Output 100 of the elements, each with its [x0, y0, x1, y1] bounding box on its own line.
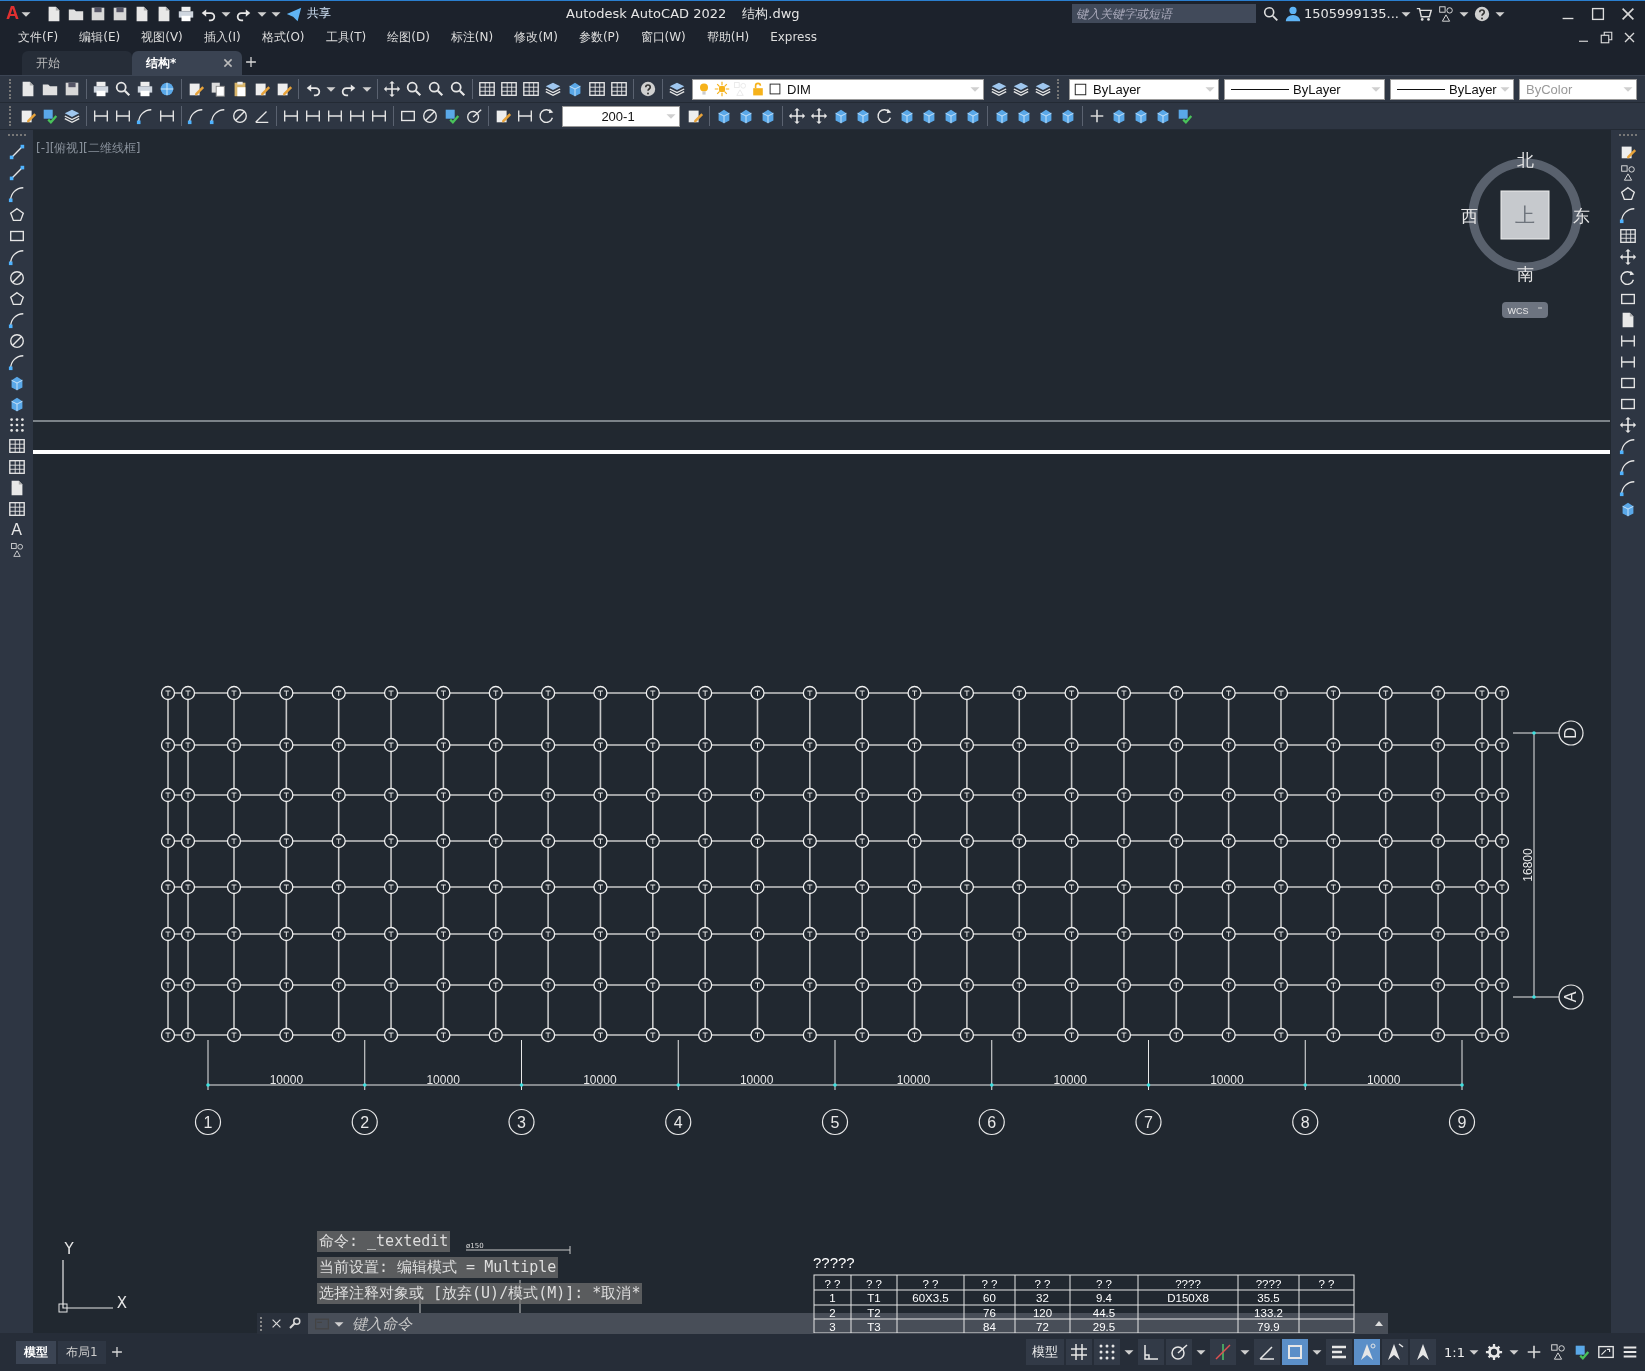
- menu-item[interactable]: 窗口(W): [640, 28, 686, 46]
- rotate-icon[interactable]: [538, 107, 556, 125]
- move-icon[interactable]: [383, 80, 401, 98]
- arc-icon[interactable]: [209, 107, 227, 125]
- move-icon[interactable]: [1619, 416, 1637, 434]
- layer-dropdown[interactable]: DIM: [692, 78, 984, 100]
- arc-icon[interactable]: [187, 107, 205, 125]
- table-icon[interactable]: [7, 458, 26, 476]
- table-icon[interactable]: [7, 500, 26, 518]
- move-icon[interactable]: [810, 107, 828, 125]
- document-tab[interactable]: 开始: [22, 51, 132, 75]
- polygon-icon[interactable]: [7, 290, 26, 308]
- wcs-button[interactable]: WCS: [1502, 302, 1548, 318]
- move-icon[interactable]: [1619, 248, 1637, 266]
- arc-icon[interactable]: [7, 185, 26, 203]
- color-dropdown[interactable]: ByLayer: [1069, 78, 1219, 100]
- search-icon[interactable]: [1261, 4, 1280, 23]
- menu-item[interactable]: 视图(V): [141, 28, 183, 46]
- menu-item[interactable]: 格式(O): [261, 28, 305, 46]
- table-icon[interactable]: [1619, 227, 1637, 245]
- polygon-icon[interactable]: [7, 206, 26, 224]
- layers-icon[interactable]: [544, 80, 562, 98]
- wrench-icon[interactable]: [287, 1316, 302, 1331]
- app-logo[interactable]: A: [6, 3, 19, 24]
- help-icon[interactable]: [1473, 4, 1491, 23]
- circle-icon[interactable]: [7, 269, 26, 287]
- rotate-icon[interactable]: [876, 107, 894, 125]
- globe-icon[interactable]: [158, 80, 176, 98]
- table-icon[interactable]: [522, 80, 540, 98]
- rotate-icon[interactable]: [1619, 269, 1637, 287]
- dimension-style-dropdown[interactable]: 200-1: [562, 105, 680, 127]
- layers-icon[interactable]: [1012, 80, 1030, 98]
- color-swatch-icon[interactable]: [1073, 81, 1088, 97]
- plus-icon[interactable]: [1525, 1343, 1543, 1361]
- menu-item[interactable]: 参数(P): [578, 28, 620, 46]
- arc-icon[interactable]: [136, 107, 154, 125]
- annotation-scale-button[interactable]: 1:1: [1444, 1344, 1465, 1360]
- plus-icon[interactable]: [244, 54, 258, 69]
- search-field[interactable]: 键入关键字或短语: [1071, 4, 1256, 23]
- layout-tab[interactable]: 模型: [16, 1340, 56, 1364]
- layers-icon[interactable]: [668, 80, 686, 98]
- arc-icon[interactable]: [1619, 479, 1637, 497]
- layout-tab[interactable]: 布局1: [58, 1340, 106, 1364]
- circle-icon[interactable]: [7, 332, 26, 350]
- menu-item[interactable]: 工具(T): [325, 28, 367, 46]
- user-name[interactable]: 1505999135...: [1303, 6, 1399, 21]
- layers-icon[interactable]: [63, 107, 81, 125]
- menu-item[interactable]: 帮助(H): [706, 28, 750, 46]
- table-icon[interactable]: [478, 80, 496, 98]
- line-icon[interactable]: [7, 143, 26, 161]
- user-icon[interactable]: [1283, 4, 1302, 23]
- lineweight-dropdown[interactable]: ByLayer: [1390, 78, 1514, 100]
- share-button[interactable]: 共享: [307, 5, 331, 22]
- menu-item[interactable]: 插入(I): [203, 28, 241, 46]
- move-icon[interactable]: [788, 107, 806, 125]
- arc-icon[interactable]: [1619, 206, 1637, 224]
- menu-item[interactable]: 文件(F): [18, 28, 59, 46]
- close-icon[interactable]: [270, 1317, 283, 1330]
- table-icon[interactable]: [588, 80, 606, 98]
- table-icon[interactable]: [610, 80, 628, 98]
- shapes-icon[interactable]: [1437, 4, 1455, 23]
- line-icon[interactable]: [7, 164, 26, 182]
- check-icon[interactable]: [443, 107, 461, 125]
- dot-grid-icon[interactable]: [7, 416, 26, 434]
- magnifier-icon[interactable]: [405, 80, 423, 98]
- document-tab[interactable]: 结构*: [132, 51, 242, 75]
- arc-icon[interactable]: [7, 353, 26, 371]
- table-icon[interactable]: [500, 80, 518, 98]
- linetype-dropdown[interactable]: ByLayer: [1224, 78, 1385, 100]
- magnifier-icon[interactable]: [114, 80, 132, 98]
- arc-icon[interactable]: [1619, 437, 1637, 455]
- table-icon[interactable]: [7, 437, 26, 455]
- printer-icon[interactable]: [136, 80, 154, 98]
- layers-icon[interactable]: [1034, 80, 1052, 98]
- help-icon[interactable]: [639, 80, 657, 98]
- shapes-icon[interactable]: [8, 542, 25, 558]
- copy-icon[interactable]: [209, 80, 227, 98]
- magnifier-icon[interactable]: [427, 80, 445, 98]
- check-icon[interactable]: [1573, 1343, 1591, 1361]
- text-tool[interactable]: A: [11, 521, 22, 539]
- polar-icon[interactable]: [465, 107, 483, 125]
- menu-item[interactable]: 绘图(D): [387, 28, 430, 46]
- plus-icon[interactable]: [109, 1345, 124, 1359]
- plus-icon[interactable]: [1088, 107, 1106, 125]
- circle-icon[interactable]: [421, 107, 439, 125]
- layers-icon[interactable]: [990, 80, 1008, 98]
- settings-icon[interactable]: [1485, 1343, 1503, 1361]
- close-icon[interactable]: [222, 57, 234, 69]
- printer-icon[interactable]: [92, 80, 110, 98]
- menu-item[interactable]: 标注(N): [450, 28, 494, 46]
- check-icon[interactable]: [41, 107, 59, 125]
- restore-icon[interactable]: [1599, 29, 1614, 45]
- menu-item[interactable]: 编辑(E): [79, 28, 121, 46]
- color-swatch-icon[interactable]: [768, 82, 782, 96]
- menu-item[interactable]: 修改(M): [514, 28, 558, 46]
- arc-icon[interactable]: [7, 311, 26, 329]
- magnifier-icon[interactable]: [449, 80, 467, 98]
- polygon-icon[interactable]: [1619, 185, 1637, 203]
- arc-icon[interactable]: [1619, 458, 1637, 476]
- shapes-icon[interactable]: [1619, 164, 1637, 182]
